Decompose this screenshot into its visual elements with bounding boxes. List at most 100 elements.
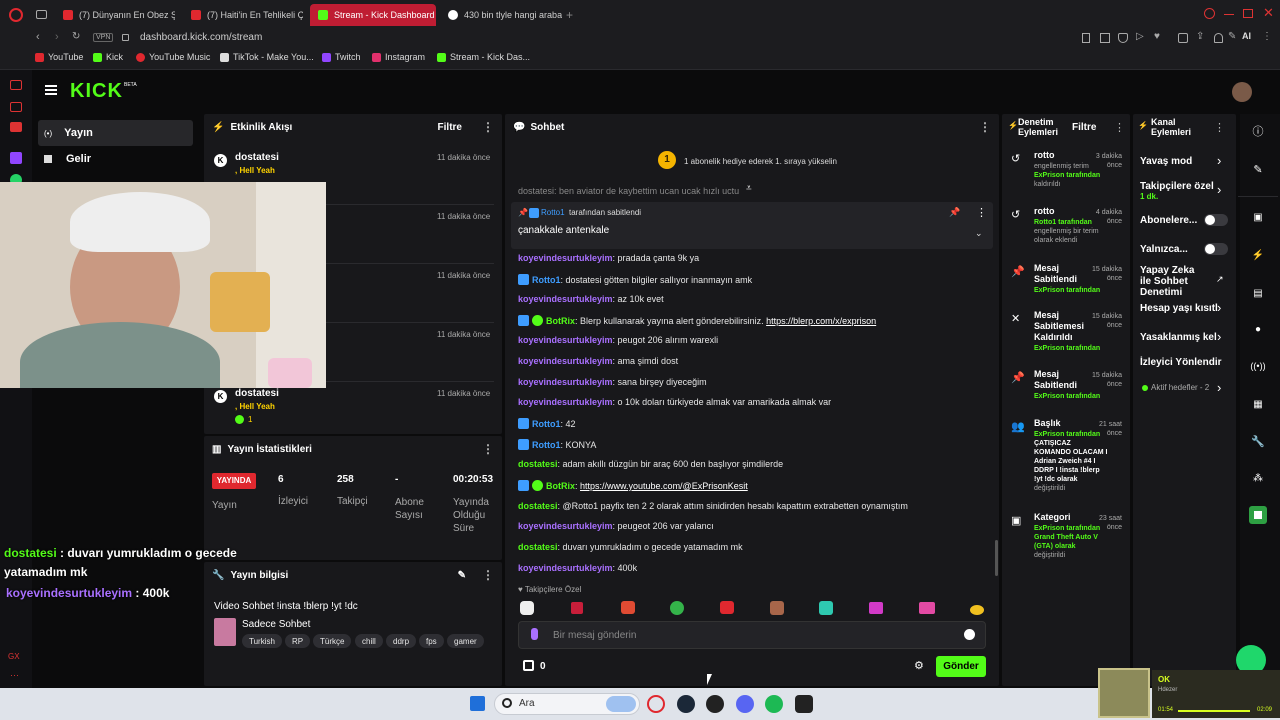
chat-username[interactable]: dostatesi [518,501,558,511]
chevron-right-icon[interactable]: › [1217,300,1221,315]
share-icon[interactable]: ⇪ [1196,31,1204,42]
url-input[interactable]: dashboard.kick.com/stream [140,32,262,43]
opera-logo-icon[interactable] [9,8,23,22]
bookmark-twitch[interactable]: Twitch [322,52,361,62]
shield-icon[interactable] [1118,33,1128,43]
chat-username[interactable]: koyevindesurtukleyim [518,335,613,345]
raid-setting[interactable]: İzleyici Yönlendir [1140,357,1222,368]
chat-link[interactable]: https://www.youtube.com/@ExPrisonKesit [580,481,748,491]
emoji-icon[interactable] [964,629,975,640]
ai-button[interactable]: AI [1242,31,1251,41]
chat-menu-icon[interactable]: ⋮ [979,121,991,133]
chevron-right-icon[interactable]: › [1217,182,1221,197]
info-icon[interactable]: ⓘ [1249,122,1267,140]
nav-item-gelir[interactable]: Gelir [38,148,193,170]
aria-icon[interactable] [10,80,22,90]
tag-chip[interactable]: gamer [447,634,484,648]
menu-icon[interactable]: ⋮ [1262,31,1272,42]
emote-pink-icon[interactable] [919,602,935,614]
extensions-icon[interactable] [1178,33,1188,43]
send-button[interactable]: Gönder [936,656,986,677]
messenger-icon[interactable] [10,102,22,112]
mod-menu-icon[interactable]: ⋮ [1114,121,1125,134]
stats-menu-icon[interactable]: ⋮ [482,443,494,455]
chat-username[interactable]: koyevindesurtukleyim [518,397,613,407]
chat-username[interactable]: Rotto1 [532,440,561,450]
unpin-icon[interactable]: 📌 [949,207,960,218]
bookmark-tiktok[interactable]: TikTok - Make You... [220,52,314,62]
activity-menu-icon[interactable]: ⋮ [482,121,494,133]
chat-input[interactable]: Bir mesaj gönderin [553,630,636,641]
search-tabs-icon[interactable] [1204,8,1215,19]
chevron-right-icon[interactable]: › [1217,380,1221,395]
chat-icon[interactable]: ● [1249,320,1267,338]
nodes-icon[interactable]: ⁂ [1249,469,1267,487]
chat-link[interactable]: https://blerp.com/x/exprison [766,316,876,326]
avatar[interactable] [1232,82,1252,102]
emote-heart-icon[interactable] [720,601,734,614]
tag-chip[interactable]: Türkçe [313,634,352,648]
chevron-right-icon[interactable]: › [1217,153,1221,168]
close-icon[interactable]: ✕ [1263,5,1274,21]
document-icon[interactable]: ▤ [1249,284,1267,302]
info-menu-icon[interactable]: ⋮ [482,569,494,581]
more-icon[interactable]: GX [8,652,20,661]
vpn-badge[interactable]: VPN [93,33,114,42]
tag-chip[interactable]: RP [285,634,311,648]
discord-icon[interactable] [736,695,754,713]
app-icon[interactable] [1249,506,1267,524]
wrench-icon[interactable]: 🔧 [1249,432,1267,450]
ai-moderation-setting[interactable]: Yapay Zeka ile Sohbet Denetimi [1140,265,1208,298]
chat-username[interactable]: koyevindesurtukleyim [518,356,613,366]
tag-chip[interactable]: chill [355,634,383,648]
followers-only-setting[interactable]: Takipçilere özel [1140,181,1214,192]
category-thumbnail[interactable] [214,618,236,646]
nav-item-yayin[interactable]: (•) Yayın [38,120,193,146]
tag-chip[interactable]: fps [419,634,444,648]
edit-icon[interactable]: ✎ [458,570,466,581]
layout-icon[interactable]: ▦ [1249,395,1267,413]
emote-box-icon[interactable] [621,601,635,614]
emote-red-icon[interactable] [571,602,583,614]
active-goals[interactable]: Aktif hedefler - 2 [1151,383,1213,392]
bookmark-youtube[interactable]: YouTube [35,52,83,62]
windows-start-icon[interactable] [470,696,485,711]
chat-scrollbar[interactable] [995,540,998,576]
screenshot-icon[interactable] [1100,33,1110,43]
external-link-icon[interactable]: ↗ [1216,274,1224,285]
twitch-icon[interactable] [10,152,22,164]
player-icon[interactable]: ▷ [1136,31,1144,42]
activity-user[interactable]: dostatesi [235,152,279,163]
activity-user[interactable]: dostatesi [235,388,279,399]
spotify-icon[interactable] [765,695,783,713]
back-icon[interactable]: ‹ [36,31,40,43]
bookmark-kick[interactable]: Kick [93,52,123,62]
lightning-icon[interactable]: ⚡ [1249,246,1267,264]
tag-chip[interactable]: ddrp [386,634,417,648]
chat-username[interactable]: koyevindesurtukleyim [518,521,613,531]
bookmark-instagram[interactable]: Instagram [372,52,425,62]
mod-filter-button[interactable]: Filtre [1072,122,1096,133]
epic-games-icon[interactable] [795,695,813,713]
notifications-icon[interactable] [1214,33,1223,43]
settings-gear-icon[interactable]: ⚙ [914,659,924,672]
tab-kick-dashboard[interactable]: Stream - Kick Dashboard [310,4,436,26]
workspaces-icon[interactable] [36,10,47,19]
tab-araba[interactable]: 430 bin tlyle hangi araba a [440,4,562,26]
chat-username[interactable]: koyevindesurtukleyim [518,377,613,387]
chevron-right-icon[interactable]: › [1217,329,1221,344]
gift-icon[interactable] [523,660,534,671]
forward-icon[interactable]: › [55,31,59,43]
tag-chip[interactable]: Turkish [242,634,282,648]
edit-icon[interactable]: ✎ [1228,31,1236,42]
emote-bars-icon[interactable] [869,602,883,614]
emote-yellow-icon[interactable] [970,605,984,615]
obs-icon[interactable] [706,695,724,713]
chat-username[interactable]: dostatesi [518,459,558,469]
kick-logo[interactable]: KICK [70,80,123,103]
subscribers-only-toggle[interactable] [1204,214,1228,226]
pinned-menu-icon[interactable]: ⋮ [976,206,987,219]
bookmark-youtube-music[interactable]: YouTube Music [136,52,210,62]
mic-icon[interactable] [531,628,538,640]
banned-words-setting[interactable]: Yasaklanmış kel [1140,332,1218,343]
